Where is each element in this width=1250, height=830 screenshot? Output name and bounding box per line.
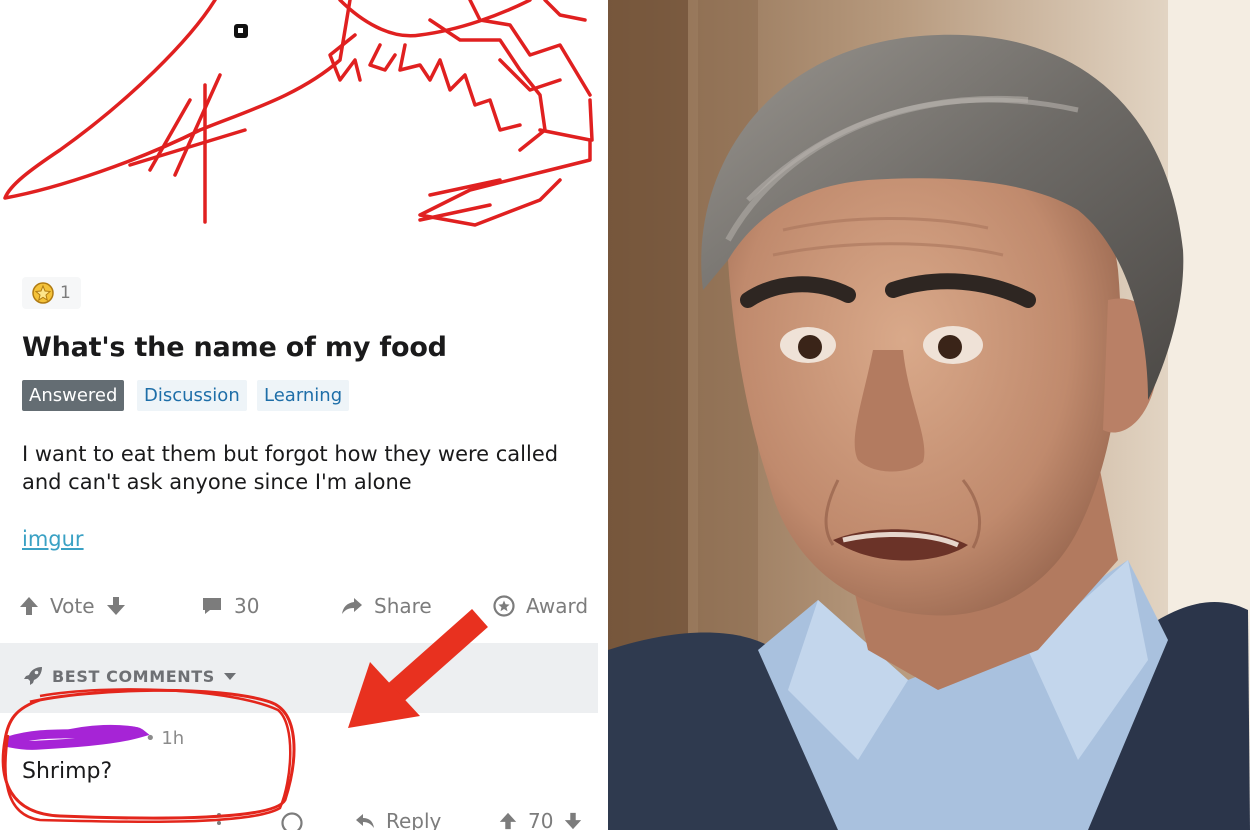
comment-count: 30 [234, 594, 260, 618]
more-options-icon[interactable] [212, 809, 226, 830]
reddit-post-screenshot: 1 What's the name of my food Answered Di… [0, 0, 598, 830]
flair-learning[interactable]: Learning [257, 380, 350, 411]
arrow-up-icon[interactable] [498, 810, 518, 830]
post-title[interactable]: What's the name of my food [22, 332, 447, 363]
share-button[interactable]: Share [340, 588, 432, 624]
shocked-man-photo [608, 0, 1250, 830]
post-award-chip[interactable]: 1 [22, 277, 81, 309]
comments-sort-bar: BEST COMMENTS [0, 643, 598, 713]
comment-bubble-icon [203, 598, 221, 614]
flair-discussion[interactable]: Discussion [137, 380, 247, 411]
reply-arrow-icon [356, 814, 374, 828]
comment-vote-count: 70 [528, 809, 554, 830]
share-arrow-icon [342, 598, 362, 614]
share-label: Share [374, 594, 432, 618]
shrimp-drawing [3, 0, 594, 227]
comments-button[interactable]: 30 [200, 588, 259, 624]
username-redaction-scribble [3, 724, 150, 750]
award-outline-icon[interactable] [280, 811, 304, 830]
post-action-bar: Vote 30 Share Award [0, 588, 598, 624]
award-button[interactable]: Award [492, 588, 588, 624]
arrow-down-icon[interactable] [563, 810, 583, 830]
vote-group: Vote [18, 588, 127, 624]
award-label: Award [526, 594, 589, 618]
rocket-icon [24, 667, 42, 685]
comment-action-bar: Reply 70 [0, 809, 598, 830]
arrow-up-icon[interactable] [18, 595, 40, 617]
award-count: 1 [60, 283, 71, 303]
reaction-photo [608, 0, 1250, 830]
comment-vote-group: 70 [498, 809, 583, 830]
best-comments-label: BEST COMMENTS [52, 666, 215, 686]
flair-answered[interactable]: Answered [22, 380, 125, 411]
award-badge-icon [32, 282, 54, 304]
reply-button[interactable]: Reply [354, 809, 441, 830]
vote-label: Vote [50, 594, 95, 618]
reply-label: Reply [386, 809, 442, 830]
caret-down-icon [223, 673, 236, 680]
panel-divider [598, 0, 608, 830]
imgur-link[interactable]: imgur [22, 527, 84, 551]
post-body-text: I want to eat them but forgot how they w… [22, 442, 559, 494]
arrow-down-icon[interactable] [105, 595, 127, 617]
award-outline-icon [493, 595, 515, 617]
sort-best-comments[interactable]: BEST COMMENTS [22, 665, 237, 687]
